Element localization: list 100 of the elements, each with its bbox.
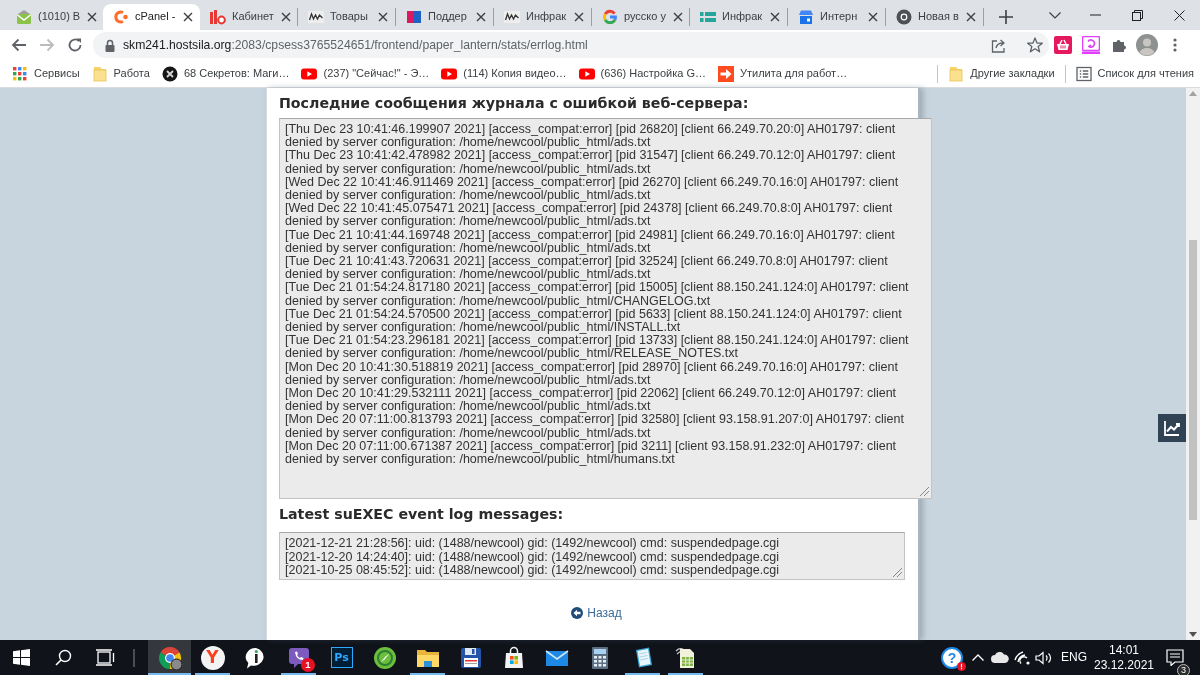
search-icon[interactable] <box>54 649 72 666</box>
compass-icon <box>372 645 397 670</box>
close-icon[interactable] <box>279 11 292 23</box>
address-bar[interactable]: skm241.hostsila.org:2083/cpsess3765524651/frontend/paper_lantern/stats/errlog.html <box>93 32 1049 58</box>
clock-time[interactable]: 14:01 <box>1109 642 1139 658</box>
browser-tab[interactable]: Новая в <box>886 4 983 30</box>
close-icon[interactable] <box>86 11 99 23</box>
scribble-icon <box>504 9 520 25</box>
restore-icon[interactable] <box>1131 9 1143 21</box>
log-entry: [Mon Dec 20 10:41:29.532111 2021] [access_compat:error] [pid 22062] [client 66.249.70.12:0] AH01797: client denied by server configuration: /home/newcool/public_html/ads.txt <box>285 387 898 414</box>
resize-grip-icon[interactable] <box>919 486 930 497</box>
bookmark-item[interactable]: (636) Настройка G… <box>572 61 713 86</box>
screen-icon[interactable] <box>1082 36 1100 54</box>
storefront-icon <box>798 9 814 25</box>
log-entry: [2021-12-21 21:28:56]: uid: (1488/newcool) gid: (1492/newcool) cmd: suspendedpage.cgi <box>285 537 780 551</box>
chevron-down-icon[interactable] <box>1049 11 1061 19</box>
chart-icon[interactable] <box>1158 414 1186 442</box>
share-icon[interactable] <box>991 37 1007 53</box>
bookmark-item[interactable]: Утилита для работ… <box>712 61 854 86</box>
reading-list-icon <box>1075 65 1092 82</box>
close-icon[interactable] <box>573 11 585 23</box>
bookmark-item[interactable]: (237) "Сейчас!" - Э… <box>295 61 436 86</box>
close-icon[interactable] <box>867 11 879 23</box>
close-icon[interactable] <box>769 11 781 23</box>
bookmark-item[interactable]: Список для чтения <box>1069 61 1200 86</box>
cloud-icon[interactable] <box>991 652 1009 663</box>
close-icon[interactable] <box>965 11 977 23</box>
apps-grid-icon <box>12 65 28 82</box>
clock-date[interactable]: 23.12.2021 <box>1093 657 1155 673</box>
browser-tab[interactable]: Инфрак <box>690 4 787 30</box>
log-entry: [Tue Dec 21 10:41:44.169748 2021] [access_compat:error] [pid 24981] [client 66.249.70.16:0] AH01797: client denied by server configuration: /home/newcool/public_html/ads.txt <box>285 228 896 255</box>
browser-icon <box>157 645 182 670</box>
ring-icon <box>602 9 618 25</box>
scroll-down-icon[interactable] <box>1189 632 1197 637</box>
circle-arrow-icon <box>571 607 584 620</box>
aperture-icon <box>896 9 912 25</box>
reload-icon[interactable] <box>67 37 83 53</box>
url-text: skm241.hostsila.org:2083/cpsess3765524651/frontend/paper_lantern/stats/errlog.html <box>123 37 589 53</box>
log-entry: [Wed Dec 22 10:41:45.075471 2021] [access_compat:error] [pid 24378] [client 66.249.70.8:0] AH01797: client denied by server configuration: /home/newcool/public_html/ads.txt <box>285 202 894 229</box>
close-icon[interactable] <box>182 11 194 23</box>
browser-tab[interactable]: Товары <box>298 4 395 30</box>
close-icon[interactable] <box>475 11 487 23</box>
basket-icon[interactable] <box>1054 36 1072 54</box>
wifi-icon[interactable] <box>1014 650 1030 665</box>
folder-icon <box>91 65 108 82</box>
log-entry: [Mon Dec 20 07:11:00.813793 2021] [access_compat:error] [pid 32580] [client 93.158.91.207:0] AH01797: client denied by server configuration: /home/newcool/public_html/ads.txt <box>285 413 905 440</box>
notification-count: 3 <box>1177 664 1190 675</box>
star-icon[interactable] <box>1027 37 1043 53</box>
minimize-icon[interactable] <box>1089 14 1101 16</box>
chevron-up-icon[interactable] <box>972 654 984 661</box>
back-link[interactable]: Назад <box>571 606 622 621</box>
section-heading: Latest suEXEC event log messages: <box>279 505 565 523</box>
lock-icon[interactable] <box>105 38 115 52</box>
task-view-icon[interactable] <box>95 649 115 666</box>
envelope-icon <box>16 9 32 25</box>
scrollbar-thumb[interactable] <box>1189 240 1197 520</box>
resize-grip-icon[interactable] <box>892 567 903 578</box>
browser-tab[interactable]: русско у <box>592 4 689 30</box>
log-textarea[interactable] <box>279 532 905 580</box>
log-entry: [Wed Dec 22 10:41:46.911469 2021] [access_compat:error] [pid 26270] [client 66.249.70.16:0] AH01797: client denied by server configuration: /home/newcool/public_html/ads.txt <box>285 175 900 203</box>
taskbar-button[interactable]: Ps <box>320 640 363 675</box>
start-icon[interactable] <box>12 649 30 666</box>
alert-dot-icon <box>957 662 966 671</box>
language-indicator[interactable]: ENG <box>1055 650 1093 665</box>
browser-tab[interactable]: Инфрак <box>494 4 591 30</box>
help-icon[interactable]: ? <box>941 646 963 669</box>
split-square-icon <box>406 9 422 25</box>
plus-icon[interactable] <box>999 10 1013 24</box>
bookmark-item[interactable]: Сервисы <box>6 61 86 86</box>
log-entry: [Tue Dec 21 01:54:23.296181 2021] [access_compat:error] [pid 13733] [client 88.150.241.124:0] AH01797: client denied by server configuration: /home/newcool/public_html/RELEASE_NOTES.txt <box>285 334 910 361</box>
browser-tab[interactable]: Интерн <box>788 4 885 30</box>
list-icon <box>700 9 716 25</box>
browser-tab[interactable]: Поддер <box>396 4 493 30</box>
log-entry: [Mon Dec 20 10:41:30.518819 2021] [access_compat:error] [pid 28970] [client 66.249.70.16:0] AH01797: client denied by server configuration: /home/newcool/public_html/ads.txt <box>285 360 899 387</box>
bookmark-item[interactable]: Работа <box>85 61 156 86</box>
avatar-placeholder[interactable] <box>1136 34 1158 56</box>
bookmark-item[interactable]: 68 Секретов: Маги… <box>155 61 296 86</box>
log-entry: [Mon Dec 20 07:11:00.671387 2021] [access_compat:error] [pid 3211] [client 93.158.91.232:0] AH01797: client denied by server configuration: /home/newcool/public_html/humans.txt <box>285 439 898 467</box>
close-icon[interactable] <box>672 11 684 23</box>
puzzle-icon[interactable] <box>1111 37 1127 53</box>
notification-icon[interactable] <box>1166 649 1184 666</box>
log-entry: [2021-10-25 08:45:52]: uid: (1488/newcool) gid: (1492/newcool) cmd: suspendedpage.cgi <box>285 564 780 578</box>
x-circle-icon <box>161 65 178 82</box>
browser-tab[interactable]: cPanel - <box>103 4 200 30</box>
log-entry: [Tue Dec 21 10:41:43.720631 2021] [access_compat:error] [pid 32524] [client 66.249.70.8:0] AH01797: client denied by server configuration: /home/newcool/public_html/ads.txt <box>285 255 889 282</box>
bookmark-item[interactable]: Другие закладки <box>942 61 1061 86</box>
bookmark-item[interactable]: (114) Копия видео… <box>435 61 573 86</box>
bar-chart-icon <box>210 9 226 25</box>
speaker-icon[interactable] <box>1035 650 1053 665</box>
swirl-icon <box>113 9 129 25</box>
arrow-icon <box>718 65 735 82</box>
browser-tab[interactable]: Кабинет <box>200 4 297 30</box>
close-icon[interactable] <box>377 11 389 23</box>
taskbar-button[interactable] <box>148 640 191 675</box>
browser-tab[interactable]: (1010) В <box>6 4 103 30</box>
close-icon[interactable] <box>1173 9 1185 21</box>
menu-icon[interactable] <box>1173 38 1177 52</box>
log-textarea[interactable] <box>279 118 932 499</box>
back-arrow-icon[interactable] <box>11 37 27 53</box>
scrollbar[interactable] <box>1186 88 1200 640</box>
